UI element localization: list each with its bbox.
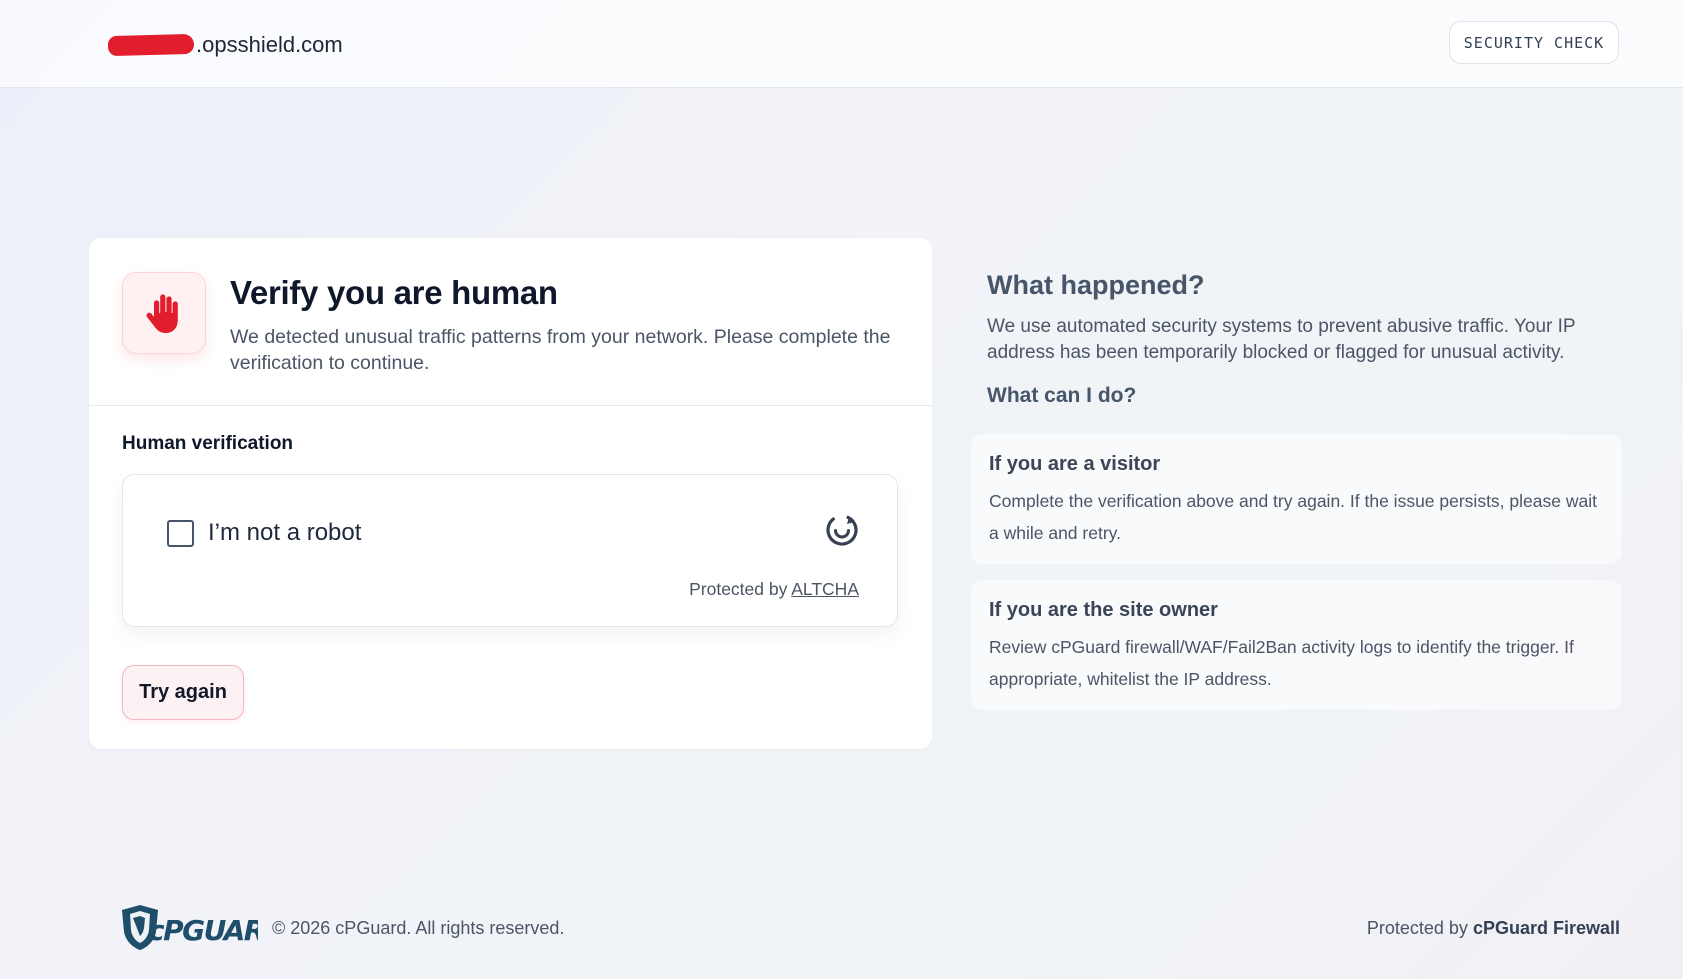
security-check-badge: SECURITY CHECK [1449,21,1619,64]
card-header: Verify you are human We detected unusual… [89,238,932,406]
top-bar: .opsshield.com SECURITY CHECK [0,0,1683,88]
footer-protected-by: Protected by cPGuard Firewall [1367,918,1620,939]
what-happened-text: We use automated security systems to pre… [987,316,1576,363]
altcha-attribution: Protected by ALTCHA [689,579,859,600]
site-domain: .opsshield.com [107,30,343,60]
redaction-mark [107,33,195,57]
copyright-text: © 2026 cPGuard. All rights reserved. [272,918,565,938]
site-owner-card-title: If you are the site owner [989,599,1218,621]
footer-protected-name: cPGuard Firewall [1472,918,1620,938]
visitor-info-card: If you are a visitor Complete the verifi… [971,434,1622,564]
refresh-icon [826,514,858,546]
what-can-i-do-heading: What can I do? [987,384,1137,407]
human-verification-label: Human verification [122,433,294,454]
verification-card: Verify you are human We detected unusual… [89,238,932,749]
try-again-button[interactable]: Try again [122,665,244,720]
altcha-link[interactable]: ALTCHA [791,579,859,599]
logo-text: cPGUARD [148,914,258,947]
cpguard-logo: cPGUARD [122,905,258,950]
info-section: What happened? We use automated security… [987,270,1623,408]
not-robot-checkbox[interactable] [167,520,194,547]
site-owner-info-card: If you are the site owner Review cPGuard… [971,580,1622,710]
what-happened-heading: What happened? [987,270,1205,300]
page-title: Verify you are human [230,274,558,311]
altcha-prefix: Protected by [689,579,788,599]
captcha-widget: I’m not a robot Protected by ALTCHA [122,474,898,627]
visitor-card-text: Complete the verification above and try … [989,491,1597,543]
footer-protected-prefix: Protected by [1366,918,1468,938]
page-lead: We detected unusual traffic patterns fro… [230,326,891,374]
visitor-card-title: If you are a visitor [989,453,1161,475]
not-robot-label[interactable]: I’m not a robot [208,519,361,547]
domain-text: .opsshield.com [196,32,343,57]
hand-stop-icon [146,294,178,333]
hand-stop-icon-box [122,272,206,354]
site-owner-card-text: Review cPGuard firewall/WAF/Fail2Ban act… [989,637,1574,689]
